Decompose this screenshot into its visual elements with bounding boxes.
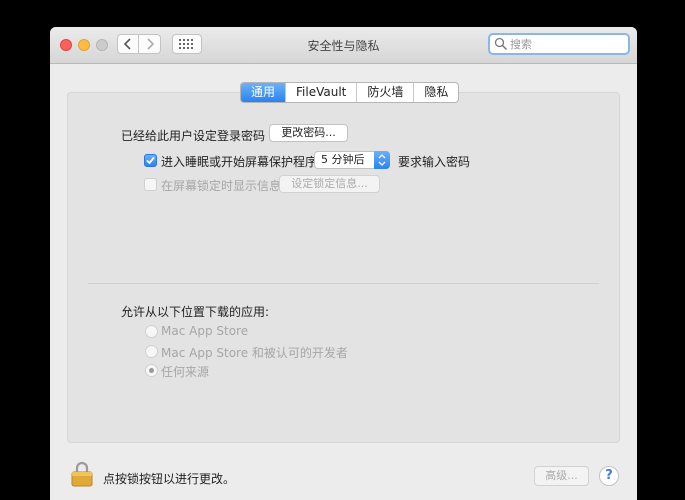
require-password-checkbox[interactable] — [144, 154, 157, 167]
general-panel — [67, 92, 620, 443]
tab-firewall[interactable]: 防火墙 — [356, 83, 413, 102]
tab-filevault[interactable]: FileVault — [285, 83, 356, 102]
show-message-checkbox[interactable] — [144, 178, 157, 191]
require-password-label-after: 要求输入密码 — [398, 155, 471, 169]
radio-mac-app-store-label: Mac App Store — [161, 324, 249, 338]
advanced-button[interactable]: 高级... — [534, 466, 589, 486]
require-password-label-before: 进入睡眠或开始屏幕保护程序 — [161, 155, 318, 169]
radio-anywhere[interactable] — [145, 364, 158, 377]
stepper-arrows — [374, 151, 390, 169]
search-field[interactable] — [488, 33, 630, 55]
password-set-label: 已经给此用户设定登录密码 — [121, 129, 266, 143]
change-password-button[interactable]: 更改密码... — [269, 124, 348, 142]
radio-anywhere-label: 任何来源 — [161, 365, 210, 379]
tab-privacy[interactable]: 隐私 — [413, 83, 458, 102]
show-message-label: 在屏幕锁定时显示信息 — [161, 179, 282, 193]
tab-bar: 通用 FileVault 防火墙 隐私 — [240, 82, 460, 103]
downloads-heading: 允许从以下位置下载的应用: — [121, 305, 270, 319]
radio-identified-developers-label: Mac App Store 和被认可的开发者 — [161, 346, 348, 360]
lock-icon[interactable] — [71, 461, 93, 487]
updown-chevron-icon — [378, 154, 386, 166]
password-delay-select[interactable]: 5 分钟后 — [314, 151, 390, 169]
radio-mac-app-store[interactable] — [145, 325, 158, 338]
lock-hint-text: 点按锁按钮以进行更改。 — [103, 472, 236, 486]
radio-selected-dot — [149, 368, 154, 373]
title-bar: 安全性与隐私 — [50, 27, 637, 64]
preferences-window: 安全性与隐私 通用 FileVault 防火墙 隐私 已经给此用户设定登录密码 … — [50, 27, 637, 500]
section-divider — [88, 283, 599, 284]
search-input[interactable] — [510, 37, 620, 51]
password-delay-value: 5 分钟后 — [321, 153, 365, 166]
search-icon — [494, 37, 508, 51]
help-button[interactable]: ? — [599, 466, 619, 486]
tab-general[interactable]: 通用 — [241, 83, 286, 102]
radio-identified-developers[interactable] — [145, 345, 158, 358]
checkmark-icon — [146, 156, 155, 165]
set-lock-message-button[interactable]: 设定锁定信息... — [279, 175, 380, 193]
